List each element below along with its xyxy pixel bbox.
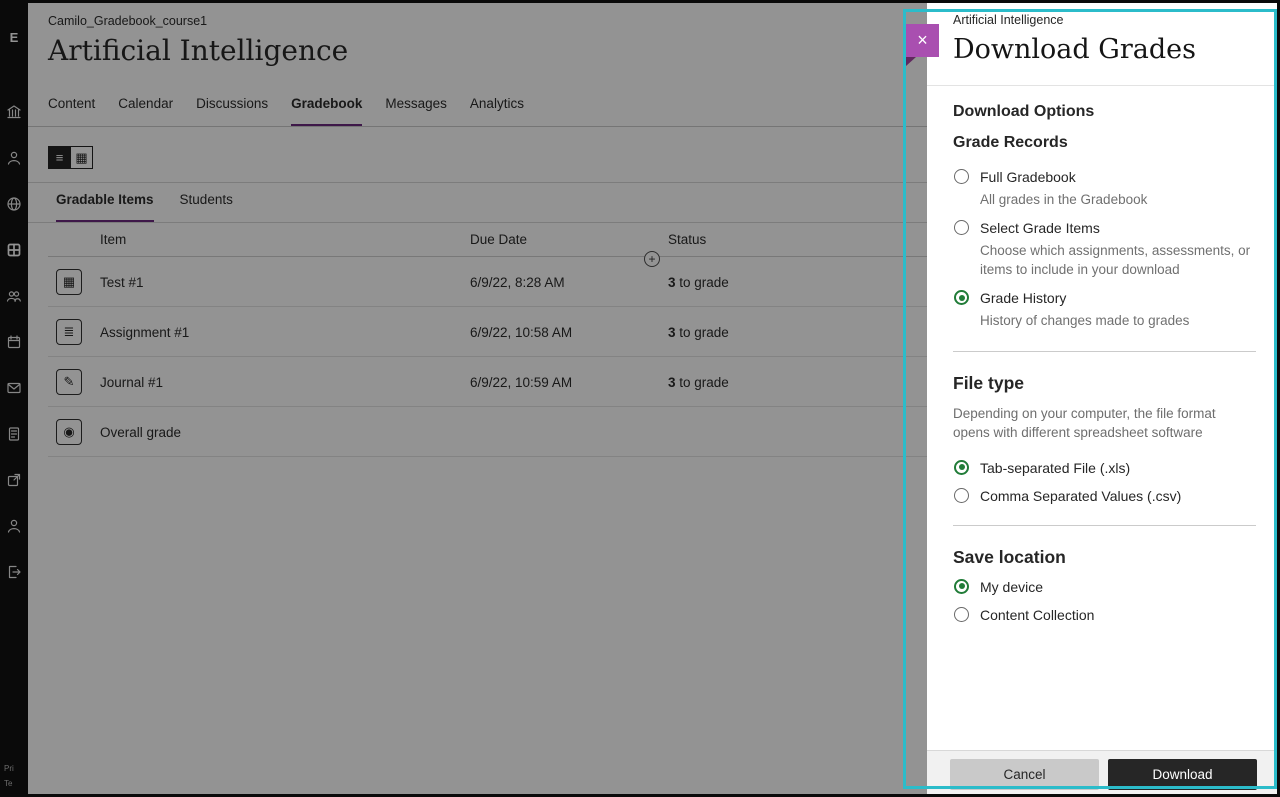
radio-icon[interactable] xyxy=(954,169,969,184)
download-grades-panel: × Artificial Intelligence Download Grade… xyxy=(927,0,1280,797)
close-icon: × xyxy=(917,30,928,50)
radio-selected-icon[interactable] xyxy=(954,460,969,475)
option-label: My device xyxy=(980,578,1256,596)
divider xyxy=(953,525,1256,526)
close-panel-button[interactable]: × xyxy=(906,24,939,57)
radio-grade-history[interactable]: Grade History History of changes made to… xyxy=(953,289,1256,330)
cancel-button[interactable]: Cancel xyxy=(950,759,1099,790)
option-label: Comma Separated Values (.csv) xyxy=(980,487,1256,505)
radio-my-device[interactable]: My device xyxy=(953,578,1256,596)
file-type-description: Depending on your computer, the file for… xyxy=(953,404,1255,443)
option-description: Choose which assignments, assessments, o… xyxy=(980,241,1256,279)
radio-selected-icon[interactable] xyxy=(954,579,969,594)
radio-tab-separated[interactable]: Tab-separated File (.xls) xyxy=(953,459,1256,477)
save-location-heading: Save location xyxy=(953,547,1256,568)
panel-body: Download Options Grade Records Full Grad… xyxy=(927,86,1280,624)
option-label: Tab-separated File (.xls) xyxy=(980,459,1256,477)
panel-course-context: Artificial Intelligence xyxy=(953,13,1256,27)
option-description: History of changes made to grades xyxy=(980,311,1256,330)
radio-select-grade-items[interactable]: Select Grade Items Choose which assignme… xyxy=(953,219,1256,279)
radio-icon[interactable] xyxy=(954,488,969,503)
option-label: Full Gradebook xyxy=(980,168,1256,186)
radio-icon[interactable] xyxy=(954,220,969,235)
download-options-heading: Download Options xyxy=(953,103,1256,121)
file-type-heading: File type xyxy=(953,373,1256,394)
option-label: Select Grade Items xyxy=(980,219,1256,237)
radio-comma-separated[interactable]: Comma Separated Values (.csv) xyxy=(953,487,1256,505)
option-label: Grade History xyxy=(980,289,1256,307)
option-label: Content Collection xyxy=(980,606,1256,624)
radio-icon[interactable] xyxy=(954,607,969,622)
panel-footer: Cancel Download xyxy=(927,750,1280,797)
download-button[interactable]: Download xyxy=(1108,759,1257,790)
panel-title: Download Grades xyxy=(953,34,1256,65)
panel-header: Artificial Intelligence Download Grades xyxy=(927,0,1280,86)
divider xyxy=(953,351,1256,352)
radio-selected-icon[interactable] xyxy=(954,290,969,305)
grade-records-heading: Grade Records xyxy=(953,134,1256,152)
option-description: All grades in the Gradebook xyxy=(980,190,1256,209)
radio-content-collection[interactable]: Content Collection xyxy=(953,606,1256,624)
radio-full-gradebook[interactable]: Full Gradebook All grades in the Gradebo… xyxy=(953,168,1256,209)
screen: E Pri Te Camilo_Gradebook_course1 Artifi… xyxy=(0,0,1280,797)
